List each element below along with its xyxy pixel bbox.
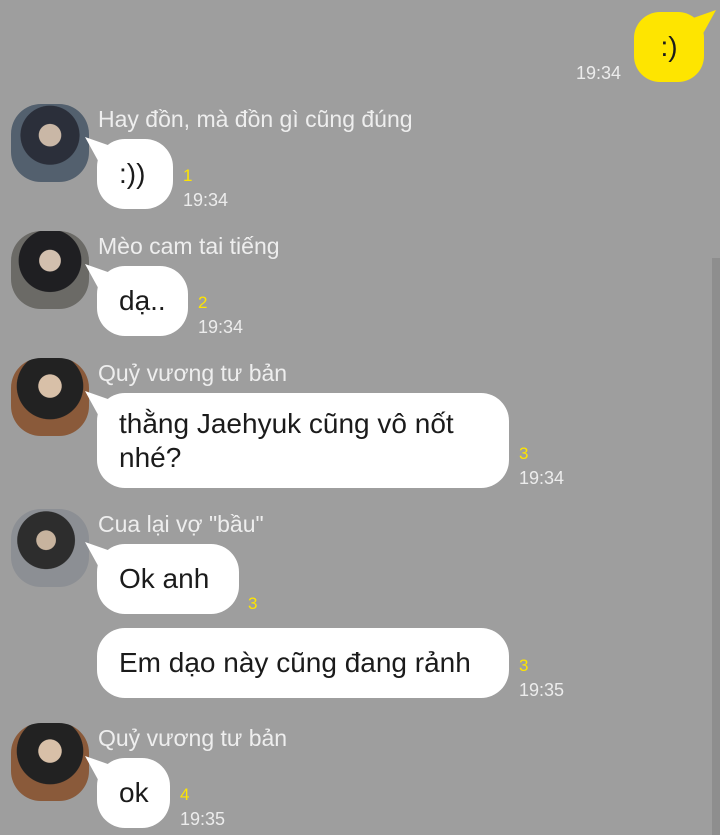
sender-name: Hay đồn, mà đồn gì cũng đúng — [98, 106, 413, 132]
unread-count: 4 — [180, 785, 190, 804]
message-bubble[interactable]: dạ.. — [97, 266, 188, 336]
unread-count: 3 — [519, 656, 529, 675]
message-time: 19:35 — [180, 809, 226, 829]
message-text: ok — [119, 777, 149, 808]
scrollbar[interactable] — [712, 258, 720, 835]
message-text: dạ.. — [119, 285, 166, 316]
message-time: 19:34 — [198, 317, 244, 337]
avatar[interactable] — [11, 509, 89, 587]
message-text: :)) — [119, 158, 146, 189]
message-bubble[interactable]: :)) — [97, 139, 173, 209]
outgoing-message-bubble[interactable]: :) — [634, 12, 704, 82]
sender-name: Quỷ vương tư bản — [98, 360, 288, 386]
unread-count: 3 — [248, 594, 258, 613]
avatar[interactable] — [11, 104, 89, 182]
unread-count: 3 — [519, 444, 529, 463]
message-bubble[interactable]: thằng Jaehyuk cũng vô nốt nhé? — [97, 393, 509, 488]
sender-name: Cua lại vợ "bầu" — [98, 511, 264, 537]
unread-count: 2 — [198, 293, 208, 312]
message-time: 19:34 — [576, 63, 622, 83]
sender-name: Mèo cam tai tiếng — [98, 233, 280, 259]
message-text-line: thằng Jaehyuk cũng vô nốt — [119, 407, 454, 439]
message-bubble[interactable]: Em dạo này cũng đang rảnh — [97, 628, 509, 698]
message-text-line: nhé? — [119, 441, 182, 473]
message-text: Em dạo này cũng đang rảnh — [119, 647, 471, 678]
avatar[interactable] — [11, 231, 89, 309]
message-time: 19:35 — [519, 680, 565, 700]
avatar[interactable] — [11, 358, 89, 436]
message-time: 19:34 — [519, 468, 565, 488]
unread-count: 1 — [183, 166, 193, 185]
message-time: 19:34 — [183, 190, 229, 210]
message-bubble[interactable]: ok — [97, 758, 170, 828]
avatar[interactable] — [11, 723, 89, 801]
message-text: :) — [660, 31, 678, 62]
sender-name: Quỷ vương tư bản — [98, 725, 288, 751]
message-bubble[interactable]: Ok anh — [97, 544, 239, 614]
message-text: Ok anh — [119, 563, 210, 594]
